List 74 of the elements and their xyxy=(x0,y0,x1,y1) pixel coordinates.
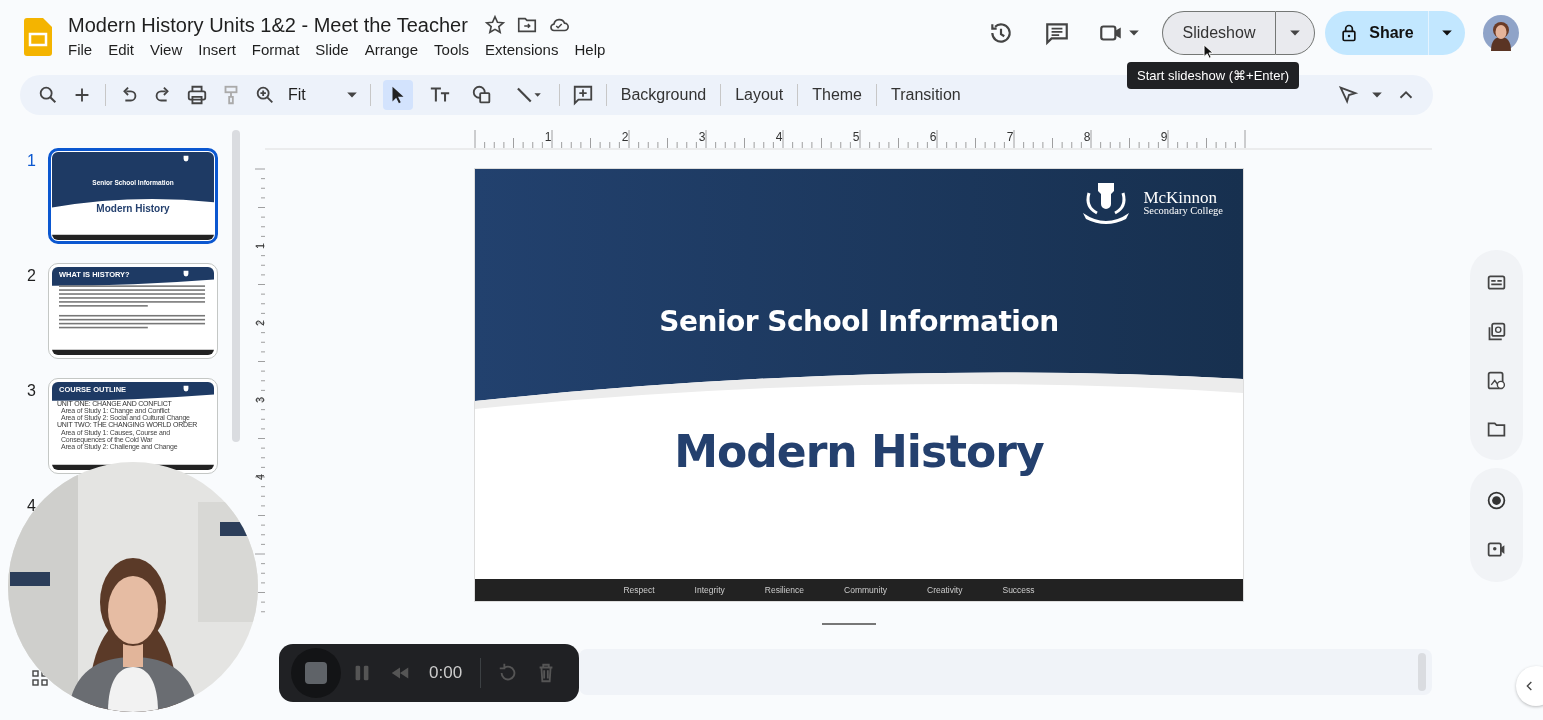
ruler-number: 4 xyxy=(255,473,265,481)
menu-item[interactable]: Insert xyxy=(198,41,236,58)
search-icon[interactable] xyxy=(37,84,59,106)
zoom-icon[interactable] xyxy=(254,84,276,106)
star-icon[interactable] xyxy=(483,14,506,36)
share-button[interactable]: Share xyxy=(1325,11,1429,55)
ruler-number: 4 xyxy=(775,130,783,144)
crest-icon xyxy=(182,155,190,163)
ruler-number: 3 xyxy=(698,130,706,144)
ruler-number: 1 xyxy=(544,130,552,144)
history-icon[interactable] xyxy=(988,20,1014,46)
ruler-number: 2 xyxy=(255,319,265,327)
menu-item[interactable]: Extensions xyxy=(485,41,559,58)
slideshow-dropdown[interactable] xyxy=(1275,11,1315,55)
document-title[interactable]: Modern History Units 1&2 - Meet the Teacher xyxy=(68,13,468,37)
brand-name: McKinnon xyxy=(1143,189,1218,207)
ruler-number: 6 xyxy=(929,130,937,144)
avatar[interactable] xyxy=(1483,15,1519,51)
footer-text: Success xyxy=(1002,585,1035,595)
slide-number: 3 xyxy=(26,382,37,400)
thumbnail-title: Modern History xyxy=(96,203,170,214)
crest-icon xyxy=(1081,181,1132,225)
resize-handle[interactable] xyxy=(822,623,876,625)
toolbar-button[interactable]: Transition xyxy=(889,86,963,104)
slide-number: 1 xyxy=(26,152,37,170)
crest-icon xyxy=(182,270,190,278)
toolbar-button[interactable]: Background xyxy=(618,86,709,104)
ruler-number: 8 xyxy=(1083,130,1091,144)
add-comment-icon[interactable] xyxy=(571,84,594,106)
slide-number: 4 xyxy=(26,497,37,515)
print-icon[interactable] xyxy=(186,84,208,106)
footer-text: Resilience xyxy=(764,585,805,595)
menu-item[interactable]: Tools xyxy=(434,41,470,58)
footer-text: Respect xyxy=(623,585,655,595)
menu-item[interactable]: Edit xyxy=(108,41,135,58)
copy-icon[interactable] xyxy=(1486,321,1507,342)
ruler-number: 7 xyxy=(1006,130,1014,144)
slideshow-button[interactable]: Slideshow xyxy=(1162,11,1275,55)
menu-item[interactable]: Format xyxy=(251,41,300,58)
grid-view-icon[interactable] xyxy=(32,670,48,686)
menu-item[interactable]: Arrange xyxy=(364,41,419,58)
menu-item[interactable]: Help xyxy=(574,41,606,58)
slide-number: 2 xyxy=(26,267,37,285)
scrollbar[interactable] xyxy=(1418,653,1426,691)
brand-subtitle: Secondary College xyxy=(1143,206,1223,217)
image-icon[interactable] xyxy=(1486,370,1507,391)
zoom-dropdown[interactable]: Fit xyxy=(288,86,358,104)
select-tool[interactable] xyxy=(382,80,413,110)
recording-time: 0:00 xyxy=(429,663,463,683)
crest-icon xyxy=(182,385,190,393)
toolbar-button[interactable]: Layout xyxy=(733,86,786,104)
footer-text: Community xyxy=(844,585,888,595)
ruler-number: 3 xyxy=(255,396,265,404)
menu-item[interactable]: View xyxy=(150,41,183,58)
slide-title[interactable]: Modern History xyxy=(674,426,1044,477)
menu-item[interactable]: File xyxy=(68,41,93,58)
pointer-icon[interactable] xyxy=(1337,84,1359,106)
comment-icon[interactable] xyxy=(1044,20,1070,46)
ruler-number: 9 xyxy=(1160,130,1168,144)
tooltip: Start slideshow (⌘+Enter) xyxy=(1127,62,1300,89)
shapes-icon xyxy=(470,84,493,106)
stop-button[interactable] xyxy=(291,648,341,698)
ruler-number: 2 xyxy=(621,130,629,144)
record-icon[interactable] xyxy=(1486,490,1507,511)
toolbar-button[interactable]: Theme xyxy=(810,86,864,104)
scrollbar[interactable] xyxy=(232,130,240,442)
footer-text: Integrity xyxy=(694,585,725,595)
mouse-cursor-icon xyxy=(1203,44,1214,60)
footer-text: Creativity xyxy=(927,585,963,595)
ruler-number: 1 xyxy=(255,242,265,250)
slide-subtitle[interactable]: Senior School Information xyxy=(659,305,1059,338)
slide[interactable]: McKinnon Secondary College Senior School Information Modern History Respect Integrity Resilience Community Creativity Success xyxy=(475,169,1243,601)
menu-item[interactable]: Slide xyxy=(315,41,349,58)
ruler-number: 5 xyxy=(852,130,860,144)
